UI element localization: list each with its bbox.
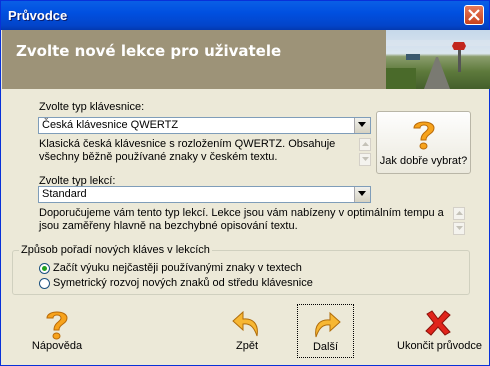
- chevron-down-icon: [358, 122, 366, 127]
- next-button-label: Další: [312, 341, 339, 353]
- close-icon: [468, 9, 480, 21]
- help-button-label: Nápověda: [31, 340, 83, 352]
- question-mark-icon: [46, 311, 68, 340]
- lesson-description: Doporučujeme vám tento typ lekcí. Lekce …: [39, 207, 444, 232]
- page-title: Zvolte nové lekce pro uživatele: [16, 42, 282, 60]
- scroll-down-button[interactable]: [453, 222, 465, 235]
- back-button[interactable]: Zpět: [217, 304, 277, 358]
- scroll-up-button[interactable]: [453, 207, 465, 220]
- order-frequent-radio[interactable]: [39, 263, 50, 274]
- quit-wizard-button[interactable]: Ukončit průvodce: [397, 304, 482, 358]
- keyboard-type-select[interactable]: Česká klávesnice QWERTZ: [38, 117, 371, 134]
- next-button[interactable]: Další: [297, 304, 354, 358]
- lesson-dropdown-button[interactable]: [354, 187, 370, 202]
- header-banner: Zvolte nové lekce pro uživatele: [2, 30, 490, 89]
- scroll-down-button[interactable]: [359, 153, 371, 166]
- lesson-type-select[interactable]: Standard: [38, 186, 371, 203]
- window-title: Průvodce: [8, 8, 68, 23]
- lesson-description-scrollbar[interactable]: [453, 207, 465, 235]
- road-image: [386, 40, 490, 89]
- arrow-down-icon: [362, 157, 369, 161]
- arrow-up-icon: [456, 211, 463, 215]
- next-arrow-icon: [315, 311, 341, 338]
- order-symmetric-label[interactable]: Symetrický rozvoj nových znaků od středu…: [53, 277, 313, 289]
- road-photo: [386, 30, 490, 89]
- keyboard-type-value: Česká klávesnice QWERTZ: [42, 119, 179, 131]
- how-to-choose-label: Jak dobře vybrat?: [379, 155, 468, 167]
- window-close-button[interactable]: [464, 5, 484, 25]
- chevron-down-icon: [358, 191, 366, 196]
- how-to-choose-button[interactable]: Jak dobře vybrat?: [376, 111, 471, 174]
- order-frequent-label[interactable]: Začít výuku nejčastěji používanými znaky…: [53, 262, 302, 274]
- lesson-type-value: Standard: [42, 188, 87, 200]
- arrow-down-icon: [456, 226, 463, 230]
- back-button-label: Zpět: [235, 340, 258, 352]
- quit-wizard-label: Ukončit průvodce: [397, 340, 482, 352]
- help-button[interactable]: Nápověda: [25, 304, 89, 358]
- question-mark-icon: [413, 121, 435, 150]
- key-order-group-title: Způsob pořadí nových kláves v lekcích: [19, 244, 212, 256]
- close-x-icon: [425, 310, 451, 336]
- title-bar[interactable]: Průvodce: [1, 1, 489, 30]
- wizard-window: Průvodce Zvolte nové lekce pro uživatele…: [0, 0, 490, 366]
- scroll-up-button[interactable]: [359, 138, 371, 151]
- radio-selected-dot: [42, 266, 47, 271]
- keyboard-dropdown-button[interactable]: [354, 118, 370, 133]
- back-arrow-icon: [232, 310, 258, 337]
- keyboard-description-scrollbar[interactable]: [359, 138, 371, 166]
- arrow-up-icon: [362, 142, 369, 146]
- order-symmetric-radio[interactable]: [39, 278, 50, 289]
- keyboard-description: Klasická česká klávesnice s rozložením Q…: [39, 138, 336, 163]
- keyboard-type-label: Zvolte typ klávesnice:: [39, 101, 145, 113]
